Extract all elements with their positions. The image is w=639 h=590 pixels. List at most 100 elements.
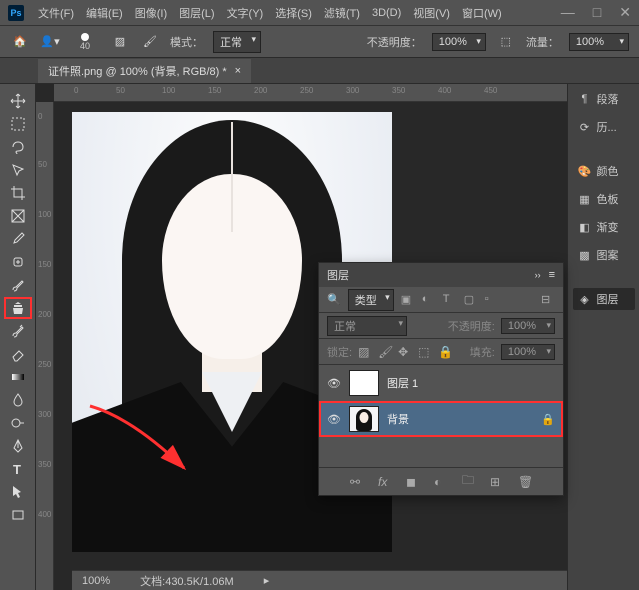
svg-text:T: T bbox=[13, 462, 21, 477]
layer-thumbnail[interactable] bbox=[349, 370, 379, 396]
delete-layer-icon[interactable]: 🗑 bbox=[518, 475, 532, 489]
brush-preset[interactable]: 40 bbox=[70, 33, 100, 51]
crop-tool[interactable] bbox=[4, 182, 32, 204]
marquee-tool[interactable] bbox=[4, 113, 32, 135]
collapse-icon[interactable]: ›› bbox=[535, 270, 541, 280]
lock-image-icon[interactable]: 🖌 bbox=[378, 345, 392, 359]
menu-edit[interactable]: 编辑(E) bbox=[80, 5, 129, 21]
eraser-tool[interactable] bbox=[4, 343, 32, 365]
lock-icon[interactable]: 🔒 bbox=[541, 413, 555, 426]
close-tab-icon[interactable]: × bbox=[235, 65, 241, 77]
layer-list: 👁 图层 1 👁 背景 🔒 bbox=[319, 365, 563, 437]
visibility-icon[interactable]: 👁 bbox=[327, 413, 341, 426]
layer-opacity-input[interactable]: 100% bbox=[501, 318, 555, 334]
adjustment-layer-icon[interactable]: ◐ bbox=[434, 475, 448, 489]
menu-image[interactable]: 图像(I) bbox=[129, 5, 173, 21]
lock-label: 锁定: bbox=[327, 344, 352, 360]
gradient-icon: ◧ bbox=[577, 220, 593, 234]
lasso-tool[interactable] bbox=[4, 136, 32, 158]
filter-toggle-icon[interactable]: ⊟ bbox=[541, 293, 555, 307]
brush-settings-icon[interactable]: 🖌 bbox=[140, 32, 160, 52]
zoom-value[interactable]: 100% bbox=[82, 575, 110, 587]
type-tool[interactable]: T bbox=[4, 458, 32, 480]
search-icon[interactable]: 🔍 bbox=[327, 293, 341, 306]
blend-mode-select[interactable]: 正常 bbox=[213, 31, 261, 53]
document-info[interactable]: 文档:430.5K/1.06M bbox=[140, 573, 234, 589]
brush-tool[interactable] bbox=[4, 274, 32, 296]
lock-position-icon[interactable]: ✥ bbox=[398, 345, 412, 359]
panel-patterns[interactable]: ▩图案 bbox=[573, 244, 635, 266]
history-brush-tool[interactable] bbox=[4, 320, 32, 342]
ruler-vertical[interactable]: 050100150200250300350400 bbox=[36, 102, 54, 590]
document-tab[interactable]: 证件照.png @ 100% (背景, RGB/8) * × bbox=[38, 59, 251, 83]
lock-artboard-icon[interactable]: ⬚ bbox=[418, 345, 432, 359]
menu-3d[interactable]: 3D(D) bbox=[366, 7, 407, 19]
panel-history[interactable]: ⟳历... bbox=[573, 116, 635, 138]
filter-type-select[interactable]: 类型 bbox=[348, 289, 394, 311]
clone-stamp-tool[interactable] bbox=[4, 297, 32, 319]
gradient-tool[interactable] bbox=[4, 366, 32, 388]
layers-panel-header[interactable]: 图层 ›› ≡ bbox=[319, 263, 563, 287]
status-chevron-icon[interactable]: ▸ bbox=[264, 574, 270, 587]
tool-preset-icon[interactable]: 👤▾ bbox=[40, 32, 60, 52]
menu-layer[interactable]: 图层(L) bbox=[173, 5, 220, 21]
panel-menu-icon[interactable]: ≡ bbox=[549, 269, 555, 281]
dodge-tool[interactable] bbox=[4, 412, 32, 434]
layer-filter-bar: 🔍 类型 ▣ ◐ T ▢ ▫ ⊟ bbox=[319, 287, 563, 313]
blur-tool[interactable] bbox=[4, 389, 32, 411]
lock-all-icon[interactable]: 🔒 bbox=[438, 345, 452, 359]
menu-type[interactable]: 文字(Y) bbox=[221, 5, 270, 21]
layer-name[interactable]: 背景 bbox=[387, 411, 533, 427]
flow-input[interactable]: 100% bbox=[569, 33, 629, 51]
paragraph-icon: ¶ bbox=[577, 92, 593, 106]
layer-row[interactable]: 👁 图层 1 bbox=[319, 365, 563, 401]
lock-transparent-icon[interactable]: ▨ bbox=[358, 345, 372, 359]
eyedropper-tool[interactable] bbox=[4, 228, 32, 250]
filter-type-icon[interactable]: T bbox=[443, 293, 457, 307]
link-layers-icon[interactable]: ⚯ bbox=[350, 475, 364, 489]
opacity-input[interactable]: 100% bbox=[432, 33, 486, 51]
pen-tool[interactable] bbox=[4, 435, 32, 457]
layer-thumbnail[interactable] bbox=[349, 406, 379, 432]
layer-fill-input[interactable]: 100% bbox=[501, 344, 555, 360]
menu-window[interactable]: 窗口(W) bbox=[456, 5, 508, 21]
path-select-tool[interactable] bbox=[4, 481, 32, 503]
minimize-icon[interactable]: — bbox=[561, 4, 575, 21]
frame-tool[interactable] bbox=[4, 205, 32, 227]
filter-pixel-icon[interactable]: ▣ bbox=[401, 293, 415, 307]
ruler-horizontal[interactable]: 050100150200250300350400450 bbox=[54, 84, 567, 102]
layer-mask-icon[interactable]: ◼ bbox=[406, 475, 420, 489]
patterns-icon: ▩ bbox=[577, 248, 593, 262]
menu-filter[interactable]: 滤镜(T) bbox=[318, 5, 366, 21]
mode-label: 模式： bbox=[170, 34, 203, 50]
brush-panel-icon[interactable]: ▨ bbox=[110, 32, 130, 52]
layer-fx-icon[interactable]: fx bbox=[378, 475, 392, 489]
home-icon[interactable]: 🏠 bbox=[10, 32, 30, 52]
quick-select-tool[interactable] bbox=[4, 159, 32, 181]
filter-shape-icon[interactable]: ▢ bbox=[464, 293, 478, 307]
close-icon[interactable]: ✕ bbox=[619, 4, 631, 21]
move-tool[interactable] bbox=[4, 90, 32, 112]
healing-tool[interactable] bbox=[4, 251, 32, 273]
filter-smart-icon[interactable]: ▫ bbox=[485, 293, 499, 307]
document-tab-title: 证件照.png @ 100% (背景, RGB/8) * bbox=[48, 63, 227, 79]
menu-file[interactable]: 文件(F) bbox=[32, 5, 80, 21]
panel-color[interactable]: 🎨颜色 bbox=[573, 160, 635, 182]
menu-select[interactable]: 选择(S) bbox=[269, 5, 318, 21]
layer-group-icon[interactable]: 🗀 bbox=[462, 471, 476, 492]
visibility-icon[interactable]: 👁 bbox=[327, 377, 341, 390]
rectangle-tool[interactable] bbox=[4, 504, 32, 526]
layer-row[interactable]: 👁 背景 🔒 bbox=[319, 401, 563, 437]
filter-adjust-icon[interactable]: ◐ bbox=[422, 293, 436, 307]
maximize-icon[interactable]: □ bbox=[593, 4, 601, 21]
new-layer-icon[interactable]: ⊞ bbox=[490, 475, 504, 489]
menu-view[interactable]: 视图(V) bbox=[407, 5, 456, 21]
panel-paragraph[interactable]: ¶段落 bbox=[573, 88, 635, 110]
panel-gradient[interactable]: ◧渐变 bbox=[573, 216, 635, 238]
blend-mode-select[interactable]: 正常 bbox=[327, 316, 407, 336]
panel-layers[interactable]: ◈图层 bbox=[573, 288, 635, 310]
pressure-opacity-icon[interactable]: ⬚ bbox=[496, 32, 516, 52]
layer-name[interactable]: 图层 1 bbox=[387, 375, 555, 391]
titlebar: Ps 文件(F) 编辑(E) 图像(I) 图层(L) 文字(Y) 选择(S) 滤… bbox=[0, 0, 639, 26]
panel-swatches[interactable]: ▦色板 bbox=[573, 188, 635, 210]
